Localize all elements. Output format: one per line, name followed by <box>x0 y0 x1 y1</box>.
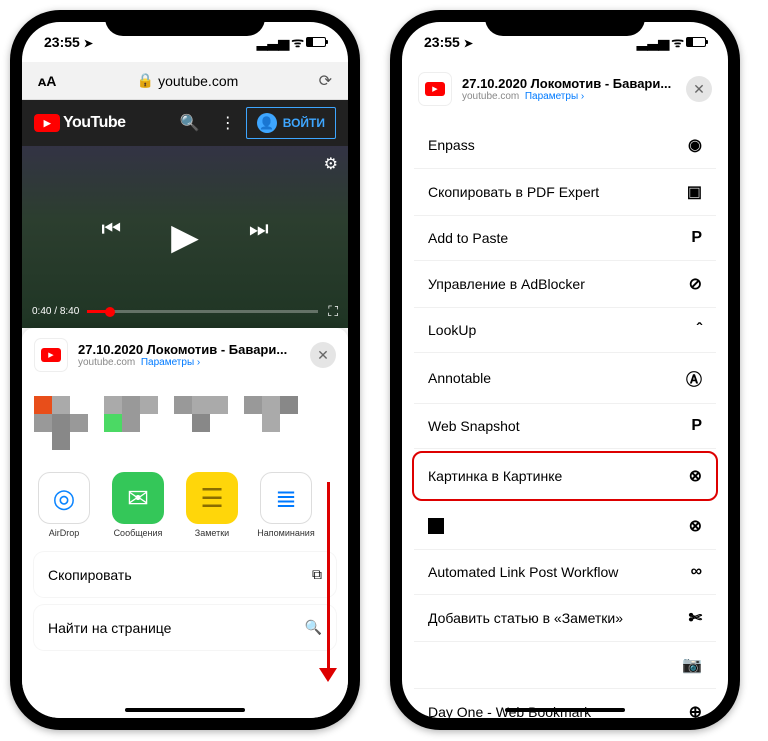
extension-icon: Ⓐ <box>686 366 702 390</box>
share-subtitle: youtube.com Параметры › <box>78 357 300 368</box>
annotation-arrow <box>327 482 330 672</box>
share-extension-item[interactable]: ⊗ <box>414 503 716 550</box>
youtube-logo[interactable]: ▶ YouTube <box>34 114 126 132</box>
share-action[interactable]: Скопировать⧉ <box>34 552 336 597</box>
url-text: youtube.com <box>158 73 238 89</box>
notch <box>485 10 645 36</box>
extension-icon: P <box>691 417 702 435</box>
share-extension-item[interactable]: Управление в AdBlocker⊘ <box>414 261 716 308</box>
share-source-icon: ▶ <box>34 338 68 372</box>
status-time: 23:55 ➤ <box>424 34 473 50</box>
safari-address-bar[interactable]: ᴀA 🔒 youtube.com ⟳ <box>22 62 348 100</box>
close-button[interactable]: ✕ <box>310 342 336 368</box>
pixelated-avatar <box>104 388 164 448</box>
seek-bar[interactable] <box>87 310 318 313</box>
share-sheet: ▶ 27.10.2020 Локомотив - Бавари... youtu… <box>22 328 348 718</box>
pixelated-label <box>428 518 444 534</box>
share-header: ▶ 27.10.2020 Локомотив - Бавари... youtu… <box>22 328 348 382</box>
avatar-icon: 👤 <box>257 113 277 133</box>
extension-icon: ▣ <box>687 182 702 202</box>
time-current: 0:40 / 8:40 <box>32 306 79 317</box>
share-extension-item[interactable]: Enpass◉ <box>414 122 716 169</box>
pixelated-avatar <box>34 388 94 448</box>
home-indicator[interactable] <box>125 708 245 712</box>
share-app[interactable]: ✉︎Сообщения <box>108 472 168 538</box>
url-display[interactable]: 🔒 youtube.com <box>62 72 312 89</box>
video-controls: ⏮ ▶ ⏭ <box>101 216 268 258</box>
screen-left: 23:55 ➤ ▂▃▅ ᯤ ᴀA 🔒 youtube.com ⟳ ▶ YouTu… <box>22 22 348 718</box>
share-extension-item[interactable]: Скопировать в PDF Expert▣ <box>414 169 716 216</box>
pixelated-avatar <box>244 388 304 448</box>
share-extension-item[interactable]: 📷 <box>414 642 716 689</box>
extension-icon: P <box>691 229 702 247</box>
share-subtitle: youtube.com Параметры › <box>462 91 676 102</box>
youtube-header: ▶ YouTube 🔍 ⋮ 👤 ВОЙТИ <box>22 100 348 146</box>
extension-icon: ◉ <box>688 135 702 155</box>
annotation-arrow-head <box>319 668 337 682</box>
share-app[interactable]: ☰Заметки <box>182 472 242 538</box>
share-app[interactable]: ≣Напоминания <box>256 472 316 538</box>
share-extension-item[interactable]: AnnotableⒶ <box>414 353 716 404</box>
next-icon[interactable]: ⏭ <box>249 216 269 258</box>
close-button[interactable]: ✕ <box>686 76 712 102</box>
share-title-block: 27.10.2020 Локомотив - Бавари... youtube… <box>78 342 300 368</box>
phone-left: 23:55 ➤ ▂▃▅ ᯤ ᴀA 🔒 youtube.com ⟳ ▶ YouTu… <box>10 10 360 730</box>
share-options-link[interactable]: Параметры › <box>141 357 200 368</box>
share-app[interactable]: ◎AirDrop <box>34 472 94 538</box>
play-icon[interactable]: ▶ <box>171 216 199 258</box>
screen-right: 23:55 ➤ ▂▃▅ ᯤ ▶ 27.10.2020 Локомотив - Б… <box>402 22 728 718</box>
notch <box>105 10 265 36</box>
extension-icon: ⊗ <box>689 466 702 486</box>
refresh-icon[interactable]: ⟳ <box>313 71 338 91</box>
search-icon[interactable]: 🔍 <box>170 113 210 133</box>
share-title-block: 27.10.2020 Локомотив - Бавари... youtube… <box>462 76 676 102</box>
fullscreen-icon[interactable]: ⛶ <box>328 303 338 320</box>
home-indicator[interactable] <box>505 708 625 712</box>
extension-icon: ⊗ <box>689 516 702 536</box>
lock-icon: 🔒 <box>137 72 154 89</box>
extension-icon: ⊘ <box>689 274 702 294</box>
reader-aa-button[interactable]: ᴀA <box>32 73 62 89</box>
phone-right: 23:55 ➤ ▂▃▅ ᯤ ▶ 27.10.2020 Локомотив - Б… <box>390 10 740 730</box>
extension-icon: ∞ <box>691 563 702 581</box>
signin-button[interactable]: 👤 ВОЙТИ <box>246 107 336 139</box>
video-timeline: 0:40 / 8:40 ⛶ <box>32 303 338 320</box>
share-apps-row: ◎AirDrop✉︎Сообщения☰Заметки≣Напоминания <box>22 466 348 544</box>
battery-icon <box>306 37 326 47</box>
status-right: ▂▃▅ ᯤ <box>637 33 706 52</box>
battery-icon <box>686 37 706 47</box>
extension-icon: ✄ <box>689 608 702 628</box>
share-action[interactable]: Найти на странице🔍 <box>34 605 336 650</box>
share-source-icon: ▶ <box>418 72 452 106</box>
share-extension-item[interactable]: Web SnapshotP <box>414 404 716 449</box>
share-extension-item[interactable]: Добавить статью в «Заметки»✄ <box>414 595 716 642</box>
pixelated-avatar <box>174 388 234 448</box>
share-title: 27.10.2020 Локомотив - Бавари... <box>78 342 300 357</box>
prev-icon[interactable]: ⏮ <box>101 216 121 258</box>
more-icon[interactable]: ⋮ <box>210 113 246 133</box>
share-extension-item[interactable]: Картинка в Картинке⊗ <box>412 451 718 501</box>
status-time: 23:55 ➤ <box>44 34 93 50</box>
gear-icon[interactable]: ⚙ <box>324 154 338 174</box>
share-extension-item[interactable]: Automated Link Post Workflow∞ <box>414 550 716 595</box>
extension-icon: ⊕ <box>689 702 702 718</box>
pixelated-contacts-row <box>22 382 348 466</box>
wifi-icon: ᯤ <box>291 33 304 52</box>
share-extension-item[interactable]: Day One - Web Bookmark⊕ <box>414 689 716 718</box>
youtube-logo-icon: ▶ <box>34 114 60 132</box>
share-options-link[interactable]: Параметры › <box>525 91 584 102</box>
status-right: ▂▃▅ ᯤ <box>257 33 326 52</box>
share-extensions-list: Enpass◉Скопировать в PDF Expert▣Add to P… <box>402 116 728 718</box>
share-actions-list: Скопировать⧉ Найти на странице🔍 <box>22 544 348 666</box>
wifi-icon: ᯤ <box>671 33 684 52</box>
signal-icon: ▂▃▅ <box>637 34 669 51</box>
share-header: ▶ 27.10.2020 Локомотив - Бавари... youtu… <box>402 62 728 116</box>
video-player[interactable]: ⚙ ⏮ ▶ ⏭ 0:40 / 8:40 ⛶ <box>22 146 348 328</box>
share-extension-item[interactable]: LookUpˆ <box>414 308 716 353</box>
extension-icon: ˆ <box>697 321 702 339</box>
signal-icon: ▂▃▅ <box>257 34 289 51</box>
share-title: 27.10.2020 Локомотив - Бавари... <box>462 76 676 91</box>
extension-icon: 📷 <box>682 655 702 675</box>
share-extension-item[interactable]: Add to PasteP <box>414 216 716 261</box>
